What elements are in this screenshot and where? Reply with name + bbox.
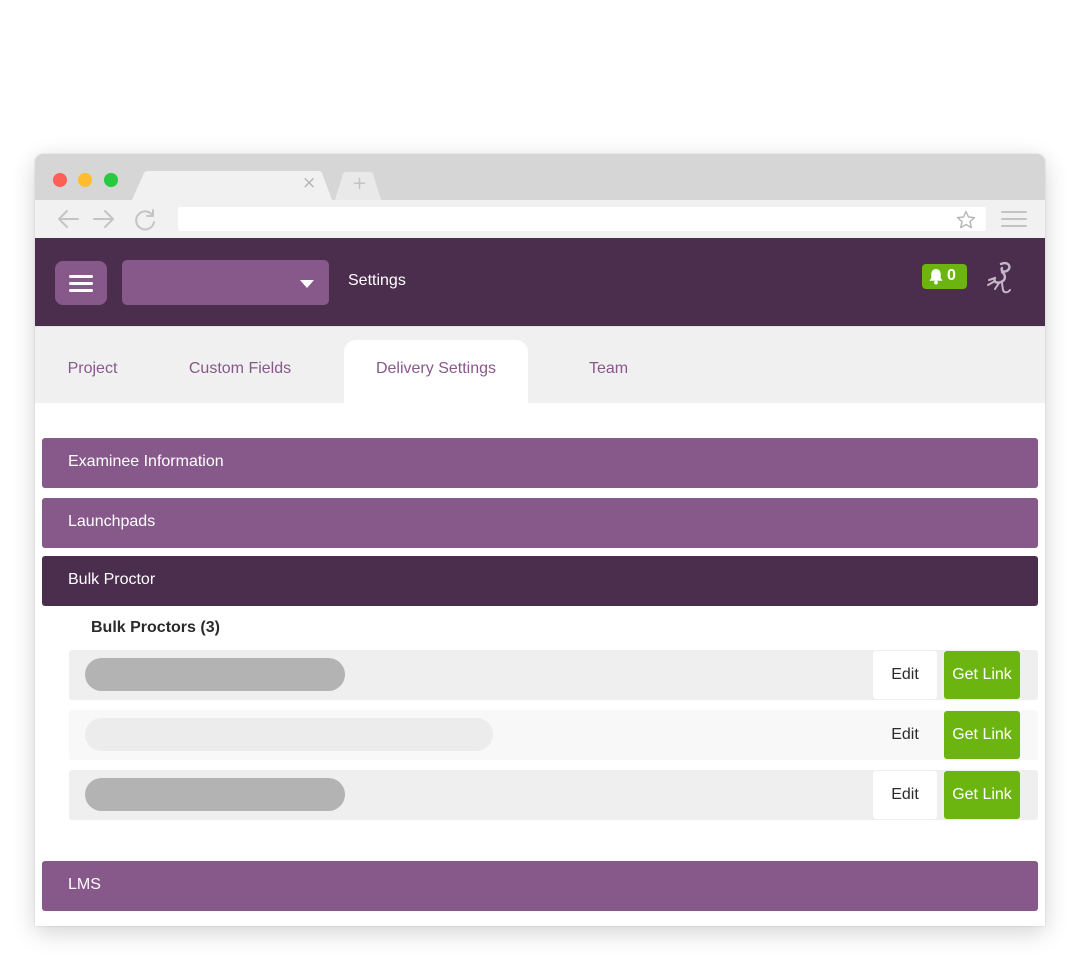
page-title: Settings: [348, 272, 406, 289]
settings-tabs: Project Custom Fields Delivery Settings …: [35, 326, 1045, 404]
chevron-down-icon: [300, 280, 314, 288]
section-bulk-proctor[interactable]: Bulk Proctor: [42, 556, 1038, 606]
brand-logo-icon: [987, 261, 1011, 294]
table-row: Edit Get Link: [69, 650, 1038, 700]
arrow-right-icon: [93, 210, 114, 228]
arrow-left-icon: [58, 210, 79, 228]
hamburger-menu-button[interactable]: [55, 261, 107, 305]
maximize-window-button[interactable]: [104, 173, 118, 187]
notification-count: 0: [947, 267, 956, 284]
proctor-name-placeholder: [85, 718, 493, 751]
address-bar[interactable]: [178, 207, 986, 231]
app-header: Settings 0: [35, 238, 1045, 326]
new-tab-button[interactable]: +: [335, 171, 381, 200]
reload-icon: [135, 209, 155, 231]
get-link-button[interactable]: Get Link: [944, 651, 1020, 699]
edit-button[interactable]: Edit: [873, 651, 937, 699]
browser-toolbar: [35, 200, 1045, 238]
tab-custom-fields[interactable]: Custom Fields: [165, 340, 315, 404]
get-link-button[interactable]: Get Link: [944, 771, 1020, 819]
table-row: Edit Get Link: [69, 770, 1038, 820]
edit-button[interactable]: Edit: [873, 771, 937, 819]
minimize-window-button[interactable]: [78, 173, 92, 187]
plus-icon: +: [352, 173, 368, 194]
forward-button[interactable]: [91, 208, 117, 230]
proctor-name-placeholder: [85, 658, 345, 691]
get-link-button[interactable]: Get Link: [944, 711, 1020, 759]
section-launchpads[interactable]: Launchpads: [42, 498, 1038, 548]
project-select[interactable]: [122, 260, 329, 305]
proctor-name-placeholder: [85, 778, 345, 811]
browser-window: × + Settings 0 Project Custom Fields Del…: [35, 154, 1045, 926]
bell-icon: [929, 269, 943, 285]
bulk-proctors-heading: Bulk Proctors (3): [91, 619, 220, 636]
section-examinee-information[interactable]: Examinee Information: [42, 438, 1038, 488]
edit-button[interactable]: Edit: [873, 711, 937, 759]
browser-menu-icon[interactable]: [1001, 210, 1027, 228]
browser-tab[interactable]: ×: [132, 171, 332, 200]
tab-close-icon[interactable]: ×: [302, 175, 316, 192]
back-button[interactable]: [55, 208, 81, 230]
bookmark-star-icon[interactable]: [956, 210, 976, 230]
table-row: Edit Get Link: [69, 710, 1038, 760]
delivery-settings-panel: Examinee Information Launchpads Bulk Pro…: [35, 403, 1045, 926]
tab-team[interactable]: Team: [565, 340, 652, 404]
reload-button[interactable]: [132, 207, 158, 231]
browser-tabstrip: × +: [35, 154, 1045, 200]
notifications-button[interactable]: 0: [922, 264, 967, 289]
tab-project[interactable]: Project: [50, 340, 135, 404]
close-window-button[interactable]: [53, 173, 67, 187]
tab-delivery-settings[interactable]: Delivery Settings: [344, 340, 528, 404]
section-lms[interactable]: LMS: [42, 861, 1038, 911]
